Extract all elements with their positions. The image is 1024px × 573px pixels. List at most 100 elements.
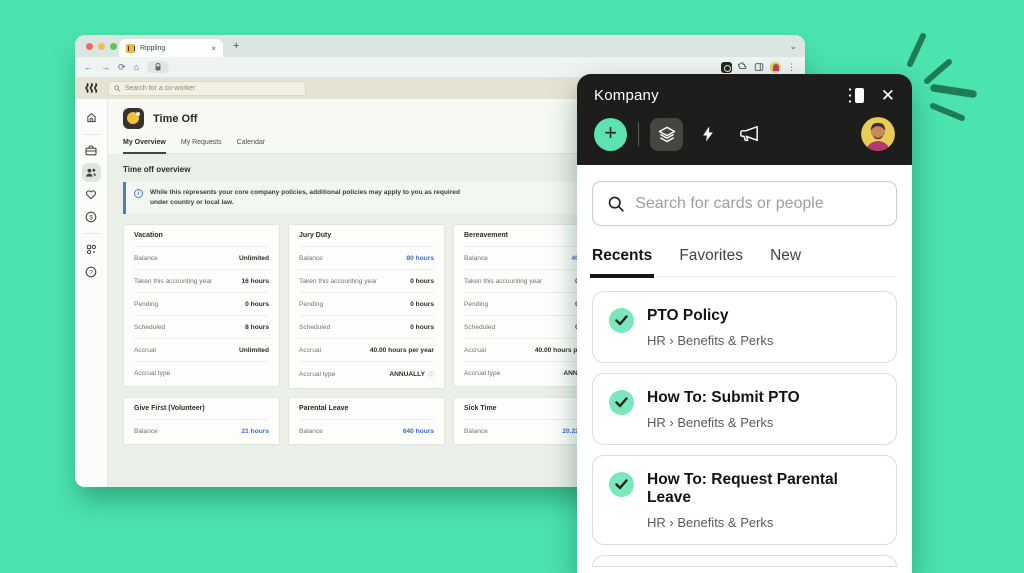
card-title: How To: Submit PTO [647, 389, 800, 407]
reload-button[interactable]: ⟳ [118, 63, 126, 72]
announcements-button[interactable] [732, 118, 765, 151]
policy-title: Vacation [134, 232, 269, 246]
balance-link[interactable]: 640 hours [403, 428, 434, 435]
policy-title: Give First (Volunteer) [134, 405, 269, 419]
sidebar-item-benefits[interactable] [82, 185, 101, 204]
svg-text:?: ? [89, 269, 93, 276]
search-icon [114, 85, 121, 92]
svg-text:$: $ [89, 214, 93, 221]
window-controls [86, 43, 117, 50]
policy-row: Taken this accounting year16 hours [134, 269, 269, 292]
tab-my-overview[interactable]: My Overview [123, 139, 166, 154]
policy-title: Parental Leave [299, 405, 434, 419]
close-window-button[interactable] [86, 43, 93, 50]
kompany-search-field[interactable] [592, 181, 897, 226]
tab-recents[interactable]: Recents [592, 247, 652, 276]
home-icon [86, 112, 97, 123]
card-title: How To: Request Parental Leave [647, 471, 880, 507]
tab-calendar[interactable]: Calendar [237, 139, 265, 153]
coworker-search-input[interactable] [125, 85, 300, 92]
policy-card-jury-duty: Jury Duty Balance80 hours Taken this acc… [288, 224, 445, 389]
policy-card-vacation: Vacation BalanceUnlimited Taken this acc… [123, 224, 280, 387]
side-panel-icon[interactable] [754, 62, 764, 72]
browser-tab[interactable]: Rippling × [119, 39, 223, 57]
kompany-extension-icon[interactable] [721, 62, 732, 73]
coworker-search-field[interactable] [108, 81, 306, 96]
search-icon [608, 195, 624, 213]
tab-close-icon[interactable]: × [211, 44, 216, 53]
policy-card-give-first: Give First (Volunteer) Balance21 hours [123, 397, 280, 445]
people-icon [85, 167, 97, 178]
balance-link[interactable]: 80 hours [407, 255, 434, 262]
card-title: PTO Policy [647, 307, 773, 325]
check-icon [609, 472, 634, 497]
cards-tool-button[interactable] [650, 118, 683, 151]
lightning-icon [699, 124, 717, 144]
page-title: Time Off [153, 113, 197, 125]
list-card-pto-policy[interactable]: PTO Policy HR › Benefits & Perks [592, 291, 897, 363]
sidebar-item-pay[interactable]: $ [82, 207, 101, 226]
policy-row: AccrualUnlimited [134, 338, 269, 361]
apps-grid-icon [86, 244, 97, 255]
extensions-puzzle-icon[interactable] [738, 62, 748, 72]
kompany-tabs: Recents Favorites New [592, 247, 897, 277]
info-icon[interactable]: ⓘ [428, 370, 434, 379]
sidebar-item-apps[interactable] [82, 240, 101, 259]
heart-icon [85, 189, 97, 200]
chevron-down-icon[interactable]: ⌄ [789, 41, 797, 52]
timeoff-app-icon [123, 108, 144, 129]
tab-my-requests[interactable]: My Requests [181, 139, 222, 153]
add-card-button[interactable]: + [594, 118, 627, 151]
sidebar-item-home[interactable] [82, 108, 101, 127]
balance-link[interactable]: 21 hours [242, 428, 269, 435]
kompany-actions: + [594, 117, 895, 151]
minimize-window-button[interactable] [98, 43, 105, 50]
help-icon: ? [85, 266, 97, 278]
kompany-search-input[interactable] [635, 195, 881, 213]
rippling-logo[interactable] [75, 82, 108, 94]
info-icon: i [134, 189, 143, 198]
policy-card-parental-leave: Parental Leave Balance640 hours [288, 397, 445, 445]
card-breadcrumb: HR › Benefits & Perks [647, 333, 773, 348]
list-card-submit-pto[interactable]: How To: Submit PTO HR › Benefits & Perks [592, 373, 897, 445]
address-bar[interactable] [147, 61, 169, 73]
new-tab-button[interactable]: + [233, 40, 239, 52]
tab-favorites[interactable]: Favorites [679, 247, 743, 276]
dock-panel-icon[interactable] [848, 87, 867, 104]
tab-new[interactable]: New [770, 247, 801, 276]
policy-row: Balance640 hours [299, 419, 434, 442]
forward-button[interactable]: → [101, 63, 110, 72]
sidebar-divider [83, 233, 100, 234]
list-card-partial[interactable] [592, 555, 897, 567]
list-card-request-parental-leave[interactable]: How To: Request Parental Leave HR › Bene… [592, 455, 897, 545]
burst-decoration [893, 28, 1013, 138]
sidebar-item-help[interactable]: ? [82, 262, 101, 281]
policy-row: Accrual40.00 hours per year [299, 338, 434, 361]
policy-row: Balance21 hours [134, 419, 269, 442]
sidebar-item-people[interactable] [82, 163, 101, 182]
user-avatar[interactable] [861, 117, 895, 151]
rippling-favicon [126, 44, 135, 53]
home-button[interactable]: ⌂ [134, 63, 139, 72]
browser-menu-kebab-icon[interactable]: ⋮ [787, 63, 796, 72]
policy-row: Pending0 hours [134, 292, 269, 315]
policy-row: Accrual typeANNUALLYⓘ [299, 361, 434, 386]
back-button[interactable]: ← [84, 63, 93, 72]
megaphone-icon [738, 124, 760, 144]
policy-row: Taken this accounting year0 hours [299, 269, 434, 292]
policy-title: Jury Duty [299, 232, 434, 246]
policy-row: Balance80 hours [299, 246, 434, 269]
browser-profile-avatar[interactable] [770, 62, 781, 73]
sidebar-divider [83, 134, 100, 135]
policy-row: Accrual type [134, 361, 269, 384]
kompany-body: Recents Favorites New PTO Policy HR › Be… [577, 165, 912, 573]
card-breadcrumb: HR › Benefits & Perks [647, 515, 880, 530]
rippling-sidebar: $ ? [75, 99, 108, 487]
sidebar-item-inbox[interactable] [82, 141, 101, 160]
check-icon [609, 308, 634, 333]
zoom-window-button[interactable] [110, 43, 117, 50]
briefcase-icon [85, 145, 97, 156]
toolbar-right: ⋮ [721, 62, 796, 73]
quick-actions-button[interactable] [691, 118, 724, 151]
policy-row: BalanceUnlimited [134, 246, 269, 269]
